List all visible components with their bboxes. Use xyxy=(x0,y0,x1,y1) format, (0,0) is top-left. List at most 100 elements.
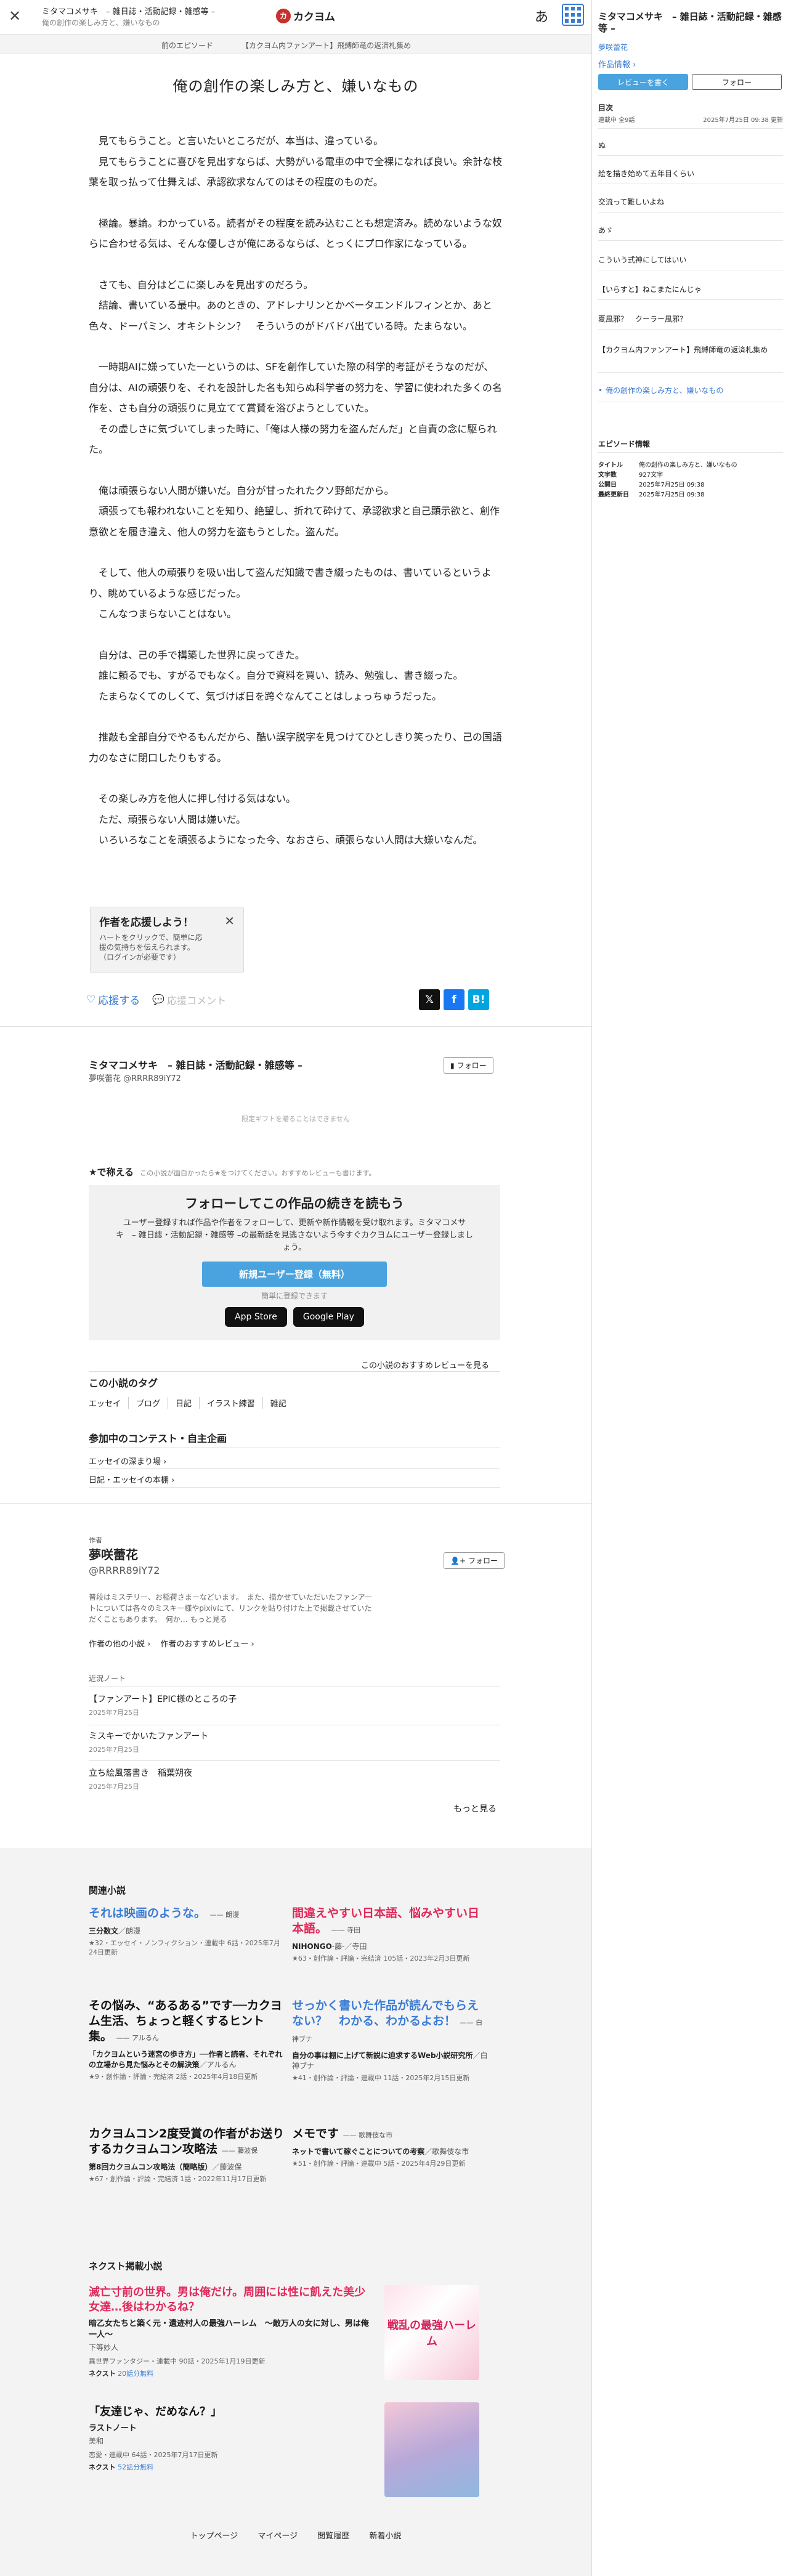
ad-note: 限定ギフトを贈ることはできません xyxy=(241,1115,350,1123)
toc-episode[interactable]: 【カクヨム内ファンアート】飛縛師竜の返済札集め xyxy=(598,345,783,355)
tag[interactable]: ブログ xyxy=(128,1397,160,1409)
toc-episode[interactable]: 【いらすと】ねこまたにんじゃ xyxy=(598,285,783,295)
comment-label: 応援コメント xyxy=(167,994,227,1007)
note-item[interactable]: 立ち絵風落書き 稲葉朔夜 2025年7月25日 xyxy=(89,1767,500,1791)
info-value: 2025年7月25日 09:38 xyxy=(639,492,705,498)
related-item[interactable]: 間違えやすい日本語、悩みやすい日本語。 —— 寺田 NIHONGO-藤-／寺田 … xyxy=(292,1906,489,1963)
next-item[interactable]: 滅亡寸前の世界。男は俺だけ。周囲には性に飢えた美少女達…後はわかるね？ 暗乙女た… xyxy=(89,2285,372,2378)
episode-info-row: タイトル 俺の創作の楽しみ方と、嫌いなもの xyxy=(598,460,737,469)
comment-button[interactable]: 💬 応援コメント xyxy=(152,992,226,1007)
note-item[interactable]: 【ファンアート】EPIC様のところの子 2025年7月25日 xyxy=(89,1693,500,1717)
sidebar-follow-button[interactable]: フォロー xyxy=(692,74,782,90)
footer-links: トップページ マイページ 閲覧履歴 新着小説 xyxy=(0,2529,591,2541)
work-info-link[interactable]: 作品情報 › xyxy=(598,58,636,70)
app-store-button[interactable]: App Store xyxy=(225,1307,287,1327)
toc-episode[interactable]: 交流って難しいよね xyxy=(598,197,783,208)
work-follow-button[interactable]: ▮ フォロー xyxy=(444,1057,493,1074)
tag[interactable]: 雑記 xyxy=(262,1397,286,1409)
related-author: —— 寺田 xyxy=(331,1926,361,1934)
register-button[interactable]: 新規ユーザー登録（無料） xyxy=(202,1262,387,1287)
related-item[interactable]: メモです —— 歌舞伎な市 ネットで書いて稼ぐことについての考察／歌舞伎な市 ★… xyxy=(292,2126,489,2168)
google-play-button[interactable]: Google Play xyxy=(293,1307,364,1327)
like-button[interactable]: ♡ 応援する xyxy=(86,992,140,1008)
info-value: 2025年7月25日 09:38 xyxy=(639,482,705,488)
related-item[interactable]: その悩み、“あるある”です──カクヨム生活、ちょっと軽くするヒント集。 —— ア… xyxy=(89,1998,286,2081)
notes-heading: 近況ノート xyxy=(89,1674,126,1683)
related-sub-author: -藤-／寺田 xyxy=(331,1942,367,1951)
grid-menu-icon[interactable] xyxy=(562,4,584,26)
header-work-title[interactable]: ミタマコメサキ – 雑日誌・活動記録・雑感等 – xyxy=(42,5,215,17)
next-cover-image[interactable] xyxy=(384,2402,479,2497)
divider xyxy=(598,128,783,129)
contest-link[interactable]: エッセイの深まり場 › xyxy=(89,1455,166,1467)
related-item[interactable]: カクヨムコン2度受賞の作者がお送りするカクヨムコン攻略法 —— 藤波保 第8回カ… xyxy=(89,2126,286,2184)
font-toggle-icon[interactable]: あ xyxy=(535,6,548,26)
hatena-share-icon[interactable]: B! xyxy=(468,989,489,1010)
toc-episode[interactable]: 絵を描き始めて五年目くらい xyxy=(598,169,783,179)
review-section: ★で称える この小説が面白かったら★をつけてください。おすすめレビューも書けます… xyxy=(89,1165,376,1178)
signup-easy: 簡単に登録できます xyxy=(261,1292,328,1300)
note-item[interactable]: ミスキーでかいたファンアート 2025年7月25日 xyxy=(89,1730,500,1754)
footer-link[interactable]: 閲覧履歴 xyxy=(317,2532,349,2541)
next-sub: 暗乙女たちと築く元・遺迹村人の最強ハーレム 〜敵万人の女に対し、男は俺一人〜 xyxy=(89,2319,369,2339)
write-review-button[interactable]: レビューを書く xyxy=(598,74,688,90)
paragraph: 自分は、己の手で構築した世界に戻ってきた。 誰に頼るでも、すがるでもなく。自分で… xyxy=(99,649,463,702)
related-meta: ★32・エッセイ・ノンフィクション・連載中 6話・2025年7月24日更新 xyxy=(89,1939,280,1956)
related-title: 間違えやすい日本語、悩みやすい日本語。 xyxy=(292,1906,480,1935)
next-cover-image[interactable]: 戦乱の最強ハーレム xyxy=(384,2285,479,2380)
tag[interactable]: エッセイ xyxy=(89,1397,121,1409)
related-meta: ★67・創作論・評論・完結済 1話・2022年11月17日更新 xyxy=(89,2175,267,2183)
author-desc: 普段はミステリー、お稲荷さまーなどいます。 また、描かせていただいたファンアート… xyxy=(89,1593,372,1624)
facebook-share-icon[interactable]: f xyxy=(444,989,464,1010)
toc-episode[interactable]: あゞ xyxy=(598,225,783,236)
footer-link[interactable]: トップページ xyxy=(190,2532,238,2541)
divider xyxy=(89,1760,500,1761)
close-icon[interactable]: ✕ xyxy=(224,913,235,928)
prev-episode-link[interactable]: 前のエピソード xyxy=(161,40,213,51)
current-episode-link[interactable]: 【カクヨム内ファンアート】飛縛師竜の返済札集め xyxy=(241,40,411,51)
author-reviews-link[interactable]: 作者のおすすめレビュー › xyxy=(160,1637,254,1649)
next-item[interactable]: 「友達じゃ、だめなん？」 ラストノート 美和 恋愛・連載中 64話・2025年7… xyxy=(89,2405,372,2472)
work-title-link[interactable]: ミタマコメサキ – 雑日誌・活動記録・雑感等 – xyxy=(89,1057,302,1072)
contest-link[interactable]: 日記・エッセイの本棚 › xyxy=(89,1473,174,1485)
author-works-link[interactable]: 作者の他の小説 › xyxy=(89,1637,150,1649)
author-name[interactable]: 夢咲蕾花 xyxy=(89,1545,138,1563)
contests-heading: 参加中のコンテスト・自主企画 xyxy=(89,1433,227,1444)
footer-link[interactable]: マイページ xyxy=(258,2532,298,2541)
tag[interactable]: 日記 xyxy=(168,1397,192,1409)
support-popup: 作者を応援しよう！ ✕ ハートをクリックで、簡単に応援の気持ちを伝えられます。（… xyxy=(90,907,244,973)
sidebar-author[interactable]: 夢咲蕾花 xyxy=(598,42,628,52)
related-author: —— 歌舞伎な市 xyxy=(343,2131,393,2139)
sidebar-work-title[interactable]: ミタマコメサキ – 雑日誌・活動記録・雑感等 – xyxy=(598,11,783,34)
author-links: 作者の他の小説 › 作者のおすすめレビュー › xyxy=(89,1637,254,1649)
toc-episode[interactable]: こういう式神にしてはいい xyxy=(598,255,783,265)
reviews-link[interactable]: この小説のおすすめレビューを見る xyxy=(361,1359,489,1371)
review-label[interactable]: ★で称える xyxy=(89,1167,134,1178)
toc-heading: 目次 xyxy=(598,103,614,112)
signup-box: フォローしてこの作品の続きを読もう ユーザー登録すれば作品や作者をフォローして、… xyxy=(89,1185,500,1340)
related-author: —— アルるん xyxy=(116,2034,160,2042)
tag[interactable]: イラスト練習 xyxy=(199,1397,255,1409)
divider xyxy=(598,329,783,330)
toc-episode[interactable]: 夏風邪？ クーラー風邪？ xyxy=(598,314,783,325)
info-value: 俺の創作の楽しみ方と、嫌いなもの xyxy=(639,462,737,469)
toc-episode-current[interactable]: • 俺の創作の楽しみ方と、嫌いなもの xyxy=(598,386,783,396)
related-meta: ★63・創作論・評論・完結済 105話・2023年2月3日更新 xyxy=(292,1954,470,1962)
bookmark-icon: ▮ xyxy=(450,1061,455,1070)
related-sub: 第8回カクヨムコン攻略法（簡略版） xyxy=(89,2163,213,2171)
footer-link[interactable]: 新着小説 xyxy=(369,2532,401,2541)
toc-episode[interactable]: ぬ xyxy=(598,140,783,151)
kakuyomu-logo[interactable]: カカクヨム xyxy=(276,8,335,23)
note-date: 2025年7月25日 xyxy=(89,1783,139,1791)
support-popup-desc: ハートをクリックで、簡単に応援の気持ちを伝えられます。（ログインが必要です） xyxy=(99,933,203,962)
related-item[interactable]: それは映画のような。 —— 朗漫 三分数文／朗漫 ★32・エッセイ・ノンフィクシ… xyxy=(89,1906,286,1957)
episode-info-row: 文字数 927文字 xyxy=(598,469,663,479)
divider xyxy=(598,240,783,241)
close-icon[interactable]: ✕ xyxy=(9,9,21,23)
author-follow-button[interactable]: 👤+ フォロー xyxy=(444,1552,505,1569)
notes-more-link[interactable]: もっと見る xyxy=(453,1802,497,1815)
next-heading: ネクスト掲載小説 xyxy=(89,2261,163,2272)
x-share-icon[interactable]: 𝕏 xyxy=(419,989,440,1010)
work-author-link[interactable]: 夢咲蕾花 @RRRR89iY72 xyxy=(89,1072,181,1083)
related-item[interactable]: せっかく書いた作品が読んでもらえない？ わかる、わかるよお！ —— 白神ブナ 自… xyxy=(292,1998,489,2083)
